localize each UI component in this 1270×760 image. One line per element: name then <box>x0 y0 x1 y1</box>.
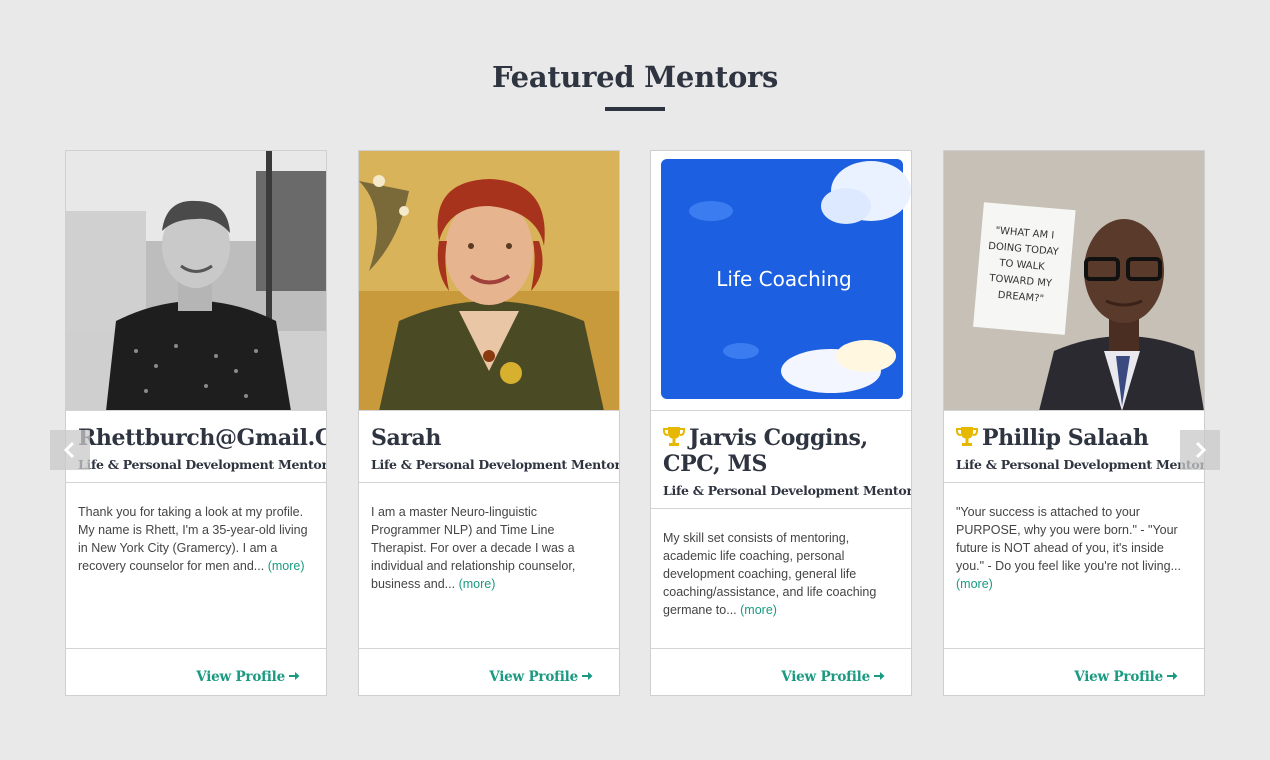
arrow-right-icon <box>874 672 885 680</box>
card-footer: View Profile <box>944 648 1204 695</box>
mentor-bio: Thank you for taking a look at my profil… <box>66 503 326 575</box>
mentor-card: Sarah Life & Personal Development Mentor… <box>358 150 620 696</box>
title-underline <box>605 107 665 111</box>
mentor-photo[interactable] <box>359 151 619 411</box>
card-footer: View Profile <box>651 648 911 695</box>
arrow-right-icon <box>582 672 593 680</box>
arrow-right-icon <box>289 672 300 680</box>
more-link[interactable]: (more) <box>956 577 993 591</box>
more-link[interactable]: (more) <box>459 577 496 591</box>
mentor-bio: I am a master Neuro-linguistic Programme… <box>359 503 619 593</box>
view-profile-label: View Profile <box>781 669 870 685</box>
carousel-next-button[interactable] <box>1180 430 1220 470</box>
mentor-header: Rhettburch@Gmail.Com Life & Personal Dev… <box>66 411 326 483</box>
section-title: Featured Mentors <box>491 60 778 94</box>
card-footer: View Profile <box>359 648 619 695</box>
view-profile-link[interactable]: View Profile <box>1074 669 1178 685</box>
mentor-carousel: Rhettburch@Gmail.Com Life & Personal Dev… <box>0 150 1270 696</box>
mentor-card: Life Coaching Jarvis Coggins, CPC, MS Li… <box>650 150 912 696</box>
view-profile-label: View Profile <box>1074 669 1163 685</box>
more-link[interactable]: (more) <box>268 559 305 573</box>
mentor-header: Sarah Life & Personal Development Mentor <box>359 411 619 483</box>
mentor-bio: "Your success is attached to your PURPOS… <box>944 503 1204 593</box>
mentor-card: Rhettburch@Gmail.Com Life & Personal Dev… <box>65 150 327 696</box>
photo-caption: Life Coaching <box>716 267 851 291</box>
chevron-left-icon <box>63 441 75 459</box>
mentor-name-text: Phillip Salaah <box>982 425 1149 451</box>
mentor-bio-text: "Your success is attached to your PURPOS… <box>956 505 1181 573</box>
mentor-photo[interactable]: "WHAT AM I DOING TODAY TO WALK TOWARD MY… <box>944 151 1204 411</box>
view-profile-link[interactable]: View Profile <box>196 669 300 685</box>
mentor-card: "WHAT AM I DOING TODAY TO WALK TOWARD MY… <box>943 150 1205 696</box>
view-profile-label: View Profile <box>489 669 578 685</box>
mentor-role: Life & Personal Development Mentor <box>78 457 327 472</box>
mentor-bio: My skill set consists of mentoring, acad… <box>651 529 911 619</box>
arrow-right-icon <box>1167 672 1178 680</box>
mentor-name[interactable]: Rhettburch@Gmail.Com <box>78 425 326 451</box>
view-profile-link[interactable]: View Profile <box>489 669 593 685</box>
mentor-header: Jarvis Coggins, CPC, MS Life & Personal … <box>651 411 911 509</box>
mentor-header: Phillip Salaah Life & Personal Developme… <box>944 411 1204 483</box>
mentor-name-text: Jarvis Coggins, CPC, MS <box>663 425 868 477</box>
trophy-icon <box>956 427 978 446</box>
trophy-icon <box>663 427 685 446</box>
mentor-photo[interactable] <box>66 151 326 411</box>
mentor-name[interactable]: Sarah <box>371 425 607 451</box>
mentor-name[interactable]: Jarvis Coggins, CPC, MS <box>663 425 899 477</box>
view-profile-link[interactable]: View Profile <box>781 669 885 685</box>
mentor-role: Life & Personal Development Mentor <box>663 483 912 498</box>
mentor-name[interactable]: Phillip Salaah <box>956 425 1192 451</box>
mentor-role: Life & Personal Development Mentor <box>371 457 620 472</box>
carousel-prev-button[interactable] <box>50 430 90 470</box>
mentor-role: Life & Personal Development Mentor <box>956 457 1205 472</box>
more-link[interactable]: (more) <box>740 603 777 617</box>
chevron-right-icon <box>1195 441 1207 459</box>
view-profile-label: View Profile <box>196 669 285 685</box>
card-footer: View Profile <box>66 648 326 695</box>
mentor-photo[interactable]: Life Coaching <box>651 151 911 411</box>
